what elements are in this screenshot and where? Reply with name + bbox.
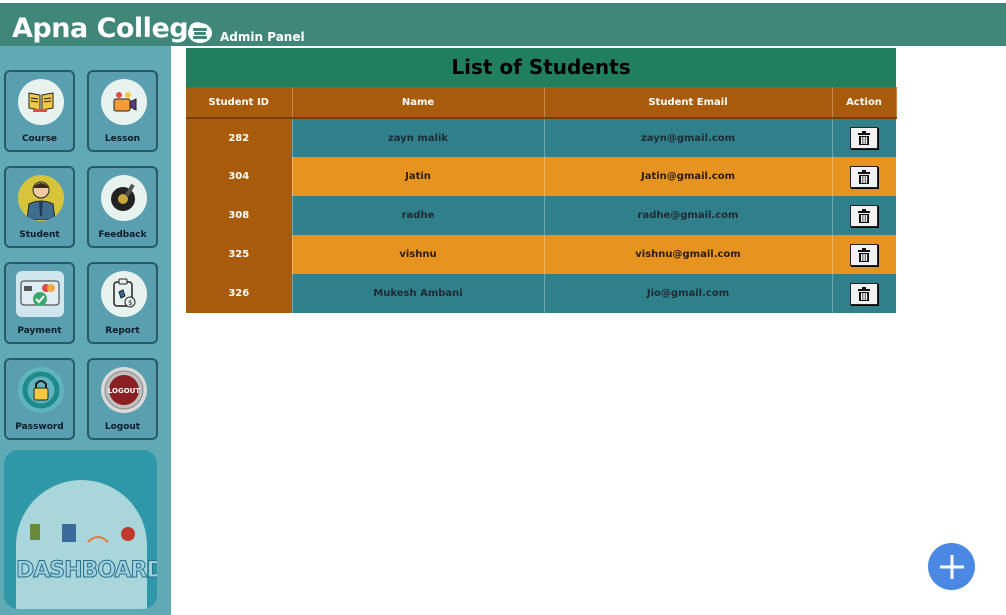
student-name-cell: radhe	[292, 196, 545, 235]
top-header: Apna College Admin Panel	[0, 0, 1006, 46]
trash-icon	[858, 247, 870, 262]
action-cell	[832, 196, 897, 235]
admin-panel-label: Admin Panel	[220, 30, 305, 44]
logout-icon: LOGOUT	[101, 367, 147, 413]
student-id-cell: 282	[186, 118, 293, 157]
sidebar-item-report[interactable]: $ Report	[87, 262, 158, 344]
lesson-icon	[101, 79, 147, 125]
delete-button[interactable]	[850, 165, 878, 188]
trash-icon	[858, 286, 870, 301]
action-cell	[832, 118, 897, 157]
table-row: 308 radhe radhe@gmail.com	[186, 196, 897, 235]
table-row: 326 Mukesh Ambani Jio@gmail.com	[186, 274, 897, 313]
action-cell	[832, 235, 897, 274]
add-student-button[interactable]	[928, 543, 975, 590]
student-email-cell: Jio@gmail.com	[544, 274, 833, 313]
sidebar-item-logout[interactable]: LOGOUT Logout	[87, 358, 158, 440]
student-name-cell: Jatin	[292, 157, 545, 196]
page-title: List of Students	[186, 48, 896, 87]
report-icon: $	[101, 271, 147, 317]
sidebar-item-label: Logout	[104, 422, 141, 432]
app-title: Apna College	[12, 13, 206, 44]
student-email-cell: vishnu@gmail.com	[544, 235, 833, 274]
book-icon	[18, 79, 64, 125]
student-email-cell: radhe@gmail.com	[544, 196, 833, 235]
student-id-cell: 325	[186, 235, 293, 274]
sidebar-item-label: Lesson	[104, 134, 141, 144]
dashboard-illustration: DASHBOARD	[4, 450, 157, 609]
column-header-email: Student Email	[544, 87, 833, 119]
sidebar-item-label: Course	[21, 134, 58, 144]
sidebar-item-label: Feedback	[98, 230, 147, 240]
students-table: Student ID Name Student Email Action 282…	[186, 87, 897, 313]
table-header-row: Student ID Name Student Email Action	[186, 87, 897, 119]
student-icon	[18, 175, 64, 221]
sidebar: Course Lesson Student Feedback Payment $…	[0, 46, 171, 615]
svg-text:$: $	[128, 299, 132, 307]
sidebar-item-label: Password	[15, 422, 64, 432]
trash-icon	[858, 208, 870, 223]
sidebar-item-lesson[interactable]: Lesson	[87, 70, 158, 152]
student-id-cell: 326	[186, 274, 293, 313]
table-row: 282 zayn malik zayn@gmail.com	[186, 118, 897, 157]
student-name-cell: vishnu	[292, 235, 545, 274]
table-row: 325 vishnu vishnu@gmail.com	[186, 235, 897, 274]
sidebar-item-label: Student	[19, 230, 60, 240]
books-icon	[188, 23, 212, 43]
sidebar-item-label: Payment	[17, 326, 62, 336]
column-header-name: Name	[292, 87, 545, 119]
delete-button[interactable]	[850, 204, 878, 227]
sidebar-item-password[interactable]: Password	[4, 358, 75, 440]
sidebar-item-label: Report	[105, 326, 140, 336]
student-id-cell: 304	[186, 157, 293, 196]
column-header-student-id: Student ID	[186, 87, 293, 119]
delete-button[interactable]	[850, 243, 878, 266]
student-email-cell: zayn@gmail.com	[544, 118, 833, 157]
payment-icon	[16, 271, 64, 317]
action-cell	[832, 274, 897, 313]
plus-icon	[939, 554, 964, 579]
sidebar-item-student[interactable]: Student	[4, 166, 75, 248]
student-id-cell: 308	[186, 196, 293, 235]
trash-icon	[858, 131, 870, 145]
dashboard-art-icon	[30, 524, 135, 543]
sidebar-item-feedback[interactable]: Feedback	[87, 166, 158, 248]
logout-icon-text: LOGOUT	[108, 387, 141, 395]
students-table-panel: List of Students Student ID Name Student…	[186, 48, 897, 313]
column-header-action: Action	[832, 87, 897, 119]
sidebar-item-course[interactable]: Course	[4, 70, 75, 152]
action-cell	[832, 157, 897, 196]
trash-icon	[858, 169, 870, 184]
student-name-cell: zayn malik	[292, 118, 545, 157]
feedback-icon	[101, 175, 147, 221]
dashboard-label: DASHBOARD	[16, 558, 157, 584]
delete-button[interactable]	[850, 127, 878, 149]
table-row: 304 Jatin Jatin@gmail.com	[186, 157, 897, 196]
password-icon	[18, 367, 64, 413]
sidebar-item-payment[interactable]: Payment	[4, 262, 75, 344]
student-name-cell: Mukesh Ambani	[292, 274, 545, 313]
delete-button[interactable]	[850, 282, 878, 305]
student-email-cell: Jatin@gmail.com	[544, 157, 833, 196]
